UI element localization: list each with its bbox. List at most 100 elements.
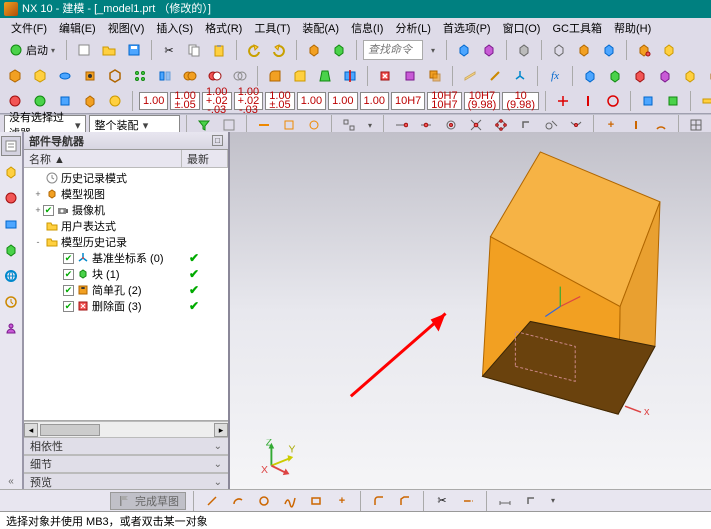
paste-icon[interactable] [208, 39, 230, 61]
scrollbar-horizontal[interactable]: ◂ ▸ [24, 421, 228, 437]
save-icon[interactable] [123, 39, 145, 61]
shade-icon[interactable] [513, 39, 535, 61]
draft-icon[interactable] [314, 65, 336, 87]
t3-6-icon[interactable] [697, 90, 711, 112]
sk-arc-icon[interactable] [227, 490, 249, 512]
navigator-undock-icon[interactable]: □ [212, 135, 223, 146]
shell-icon[interactable] [104, 65, 126, 87]
tree-toggle-icon[interactable]: + [33, 189, 43, 199]
dim-style-button[interactable]: 10(9.98) [502, 92, 539, 110]
sk-constr-icon[interactable] [520, 490, 542, 512]
dim-style-button[interactable]: 1.00 [360, 92, 389, 110]
dim-style-button[interactable]: 1.00+.02-.03 [234, 92, 264, 110]
intersect-icon[interactable] [229, 65, 251, 87]
menu-item[interactable]: 视图(V) [103, 19, 150, 37]
tree-toggle-icon[interactable] [33, 173, 43, 183]
tree-toggle-icon[interactable]: + [33, 205, 43, 215]
cube-tool-icon[interactable] [303, 39, 325, 61]
delete-face-icon[interactable] [374, 65, 396, 87]
dim-style-button[interactable]: 1.00+.02-.03 [202, 92, 232, 110]
graphics-viewport[interactable]: x Z Y X [230, 132, 711, 491]
sk-spline-icon[interactable] [279, 490, 301, 512]
view-triad-icon[interactable]: Z Y X [260, 439, 298, 477]
dim-style-button[interactable]: 1.00 [297, 92, 326, 110]
subtract-icon[interactable] [204, 65, 226, 87]
tree-row[interactable]: ✔简单孔 (2)✔ [24, 282, 228, 298]
tree-checkbox[interactable]: ✔ [43, 205, 54, 216]
tree-toggle-icon[interactable] [53, 253, 63, 263]
dim-style-button[interactable]: 1.00±.05 [170, 92, 199, 110]
revolve-icon[interactable] [54, 65, 76, 87]
column-name[interactable]: 名称 ▲ [24, 150, 182, 167]
cube-3-icon[interactable] [548, 39, 570, 61]
trim-icon[interactable] [339, 65, 361, 87]
section-细节[interactable]: 细节⌄ [24, 455, 228, 473]
tree-row[interactable]: 用户表达式 [24, 218, 228, 234]
cube-4-icon[interactable] [573, 39, 595, 61]
b4-icon[interactable] [654, 65, 676, 87]
pattern-icon[interactable] [129, 65, 151, 87]
tree-checkbox[interactable]: ✔ [63, 285, 74, 296]
b5-icon[interactable] [679, 65, 701, 87]
tree-row[interactable]: -模型历史记录 [24, 234, 228, 250]
redo-icon[interactable] [268, 39, 290, 61]
offset-face-icon[interactable] [424, 65, 446, 87]
tree-checkbox[interactable]: ✔ [63, 269, 74, 280]
tree-row[interactable]: +✔摄像机 [24, 202, 228, 218]
sk-dim-icon[interactable] [494, 490, 516, 512]
copy-icon[interactable] [183, 39, 205, 61]
tab-constraint-navigator[interactable] [1, 188, 21, 208]
view-tri-icon[interactable] [478, 39, 500, 61]
tree-row[interactable]: ✔块 (1)✔ [24, 266, 228, 282]
tree-toggle-icon[interactable] [53, 301, 63, 311]
tab-history[interactable] [1, 292, 21, 312]
extrude-icon[interactable] [29, 65, 51, 87]
t3-3-icon[interactable] [602, 90, 624, 112]
open-folder-icon[interactable] [98, 39, 120, 61]
dim-style-button[interactable]: 1.00 [328, 92, 357, 110]
dim-d-icon[interactable] [79, 90, 101, 112]
tree-toggle-icon[interactable] [53, 269, 63, 279]
dim-style-button[interactable]: 1.00 [139, 92, 168, 110]
dim-style-button[interactable]: 10H710H7 [427, 92, 461, 110]
column-latest[interactable]: 最新 [182, 150, 228, 167]
scroll-thumb[interactable] [40, 424, 100, 436]
sk-fillet-icon[interactable] [368, 490, 390, 512]
cut-icon[interactable]: ✂ [158, 39, 180, 61]
tree-checkbox[interactable]: ✔ [63, 253, 74, 264]
t3-5-icon[interactable] [662, 90, 684, 112]
hole-icon[interactable] [79, 65, 101, 87]
tab-collapse-icon[interactable]: « [1, 471, 21, 491]
b6-icon[interactable] [704, 65, 711, 87]
tree-row[interactable]: +模型视图 [24, 186, 228, 202]
undo-icon[interactable] [243, 39, 265, 61]
command-search-input[interactable] [363, 40, 423, 60]
dim-style-button[interactable]: 1.00±.05 [265, 92, 294, 110]
sk-extend-icon[interactable] [457, 490, 479, 512]
sk-circle-icon[interactable] [253, 490, 275, 512]
menu-item[interactable]: 工具(T) [249, 19, 295, 37]
sk-point-icon[interactable]: + [331, 490, 353, 512]
sk-chamfer-icon[interactable] [394, 490, 416, 512]
tree-toggle-icon[interactable] [53, 285, 63, 295]
sk-line-icon[interactable] [201, 490, 223, 512]
tab-hd3d[interactable] [1, 240, 21, 260]
b1-icon[interactable] [579, 65, 601, 87]
menu-item[interactable]: 分析(L) [390, 19, 435, 37]
tab-assembly-navigator[interactable] [1, 162, 21, 182]
cube-7-icon[interactable] [658, 39, 680, 61]
menu-item[interactable]: GC工具箱 [547, 19, 607, 37]
dim-style-button[interactable]: 10H7 [391, 92, 425, 110]
scroll-right-icon[interactable]: ▸ [214, 423, 228, 437]
new-icon[interactable] [73, 39, 95, 61]
t3-2-icon[interactable] [577, 90, 599, 112]
cube-tool-2-icon[interactable] [328, 39, 350, 61]
dim-style-button[interactable]: 10H7(9.98) [464, 92, 501, 110]
navigator-tree[interactable]: 历史记录模式+模型视图+✔摄像机 用户表达式-模型历史记录 ✔基准坐标系 (0)… [24, 168, 228, 421]
finish-sketch-button[interactable]: 完成草图 [110, 492, 186, 510]
b2-icon[interactable] [604, 65, 626, 87]
menu-item[interactable]: 插入(S) [151, 19, 198, 37]
tab-part-navigator[interactable] [1, 136, 21, 156]
menu-item[interactable]: 信息(I) [346, 19, 388, 37]
menu-item[interactable]: 帮助(H) [609, 19, 656, 37]
